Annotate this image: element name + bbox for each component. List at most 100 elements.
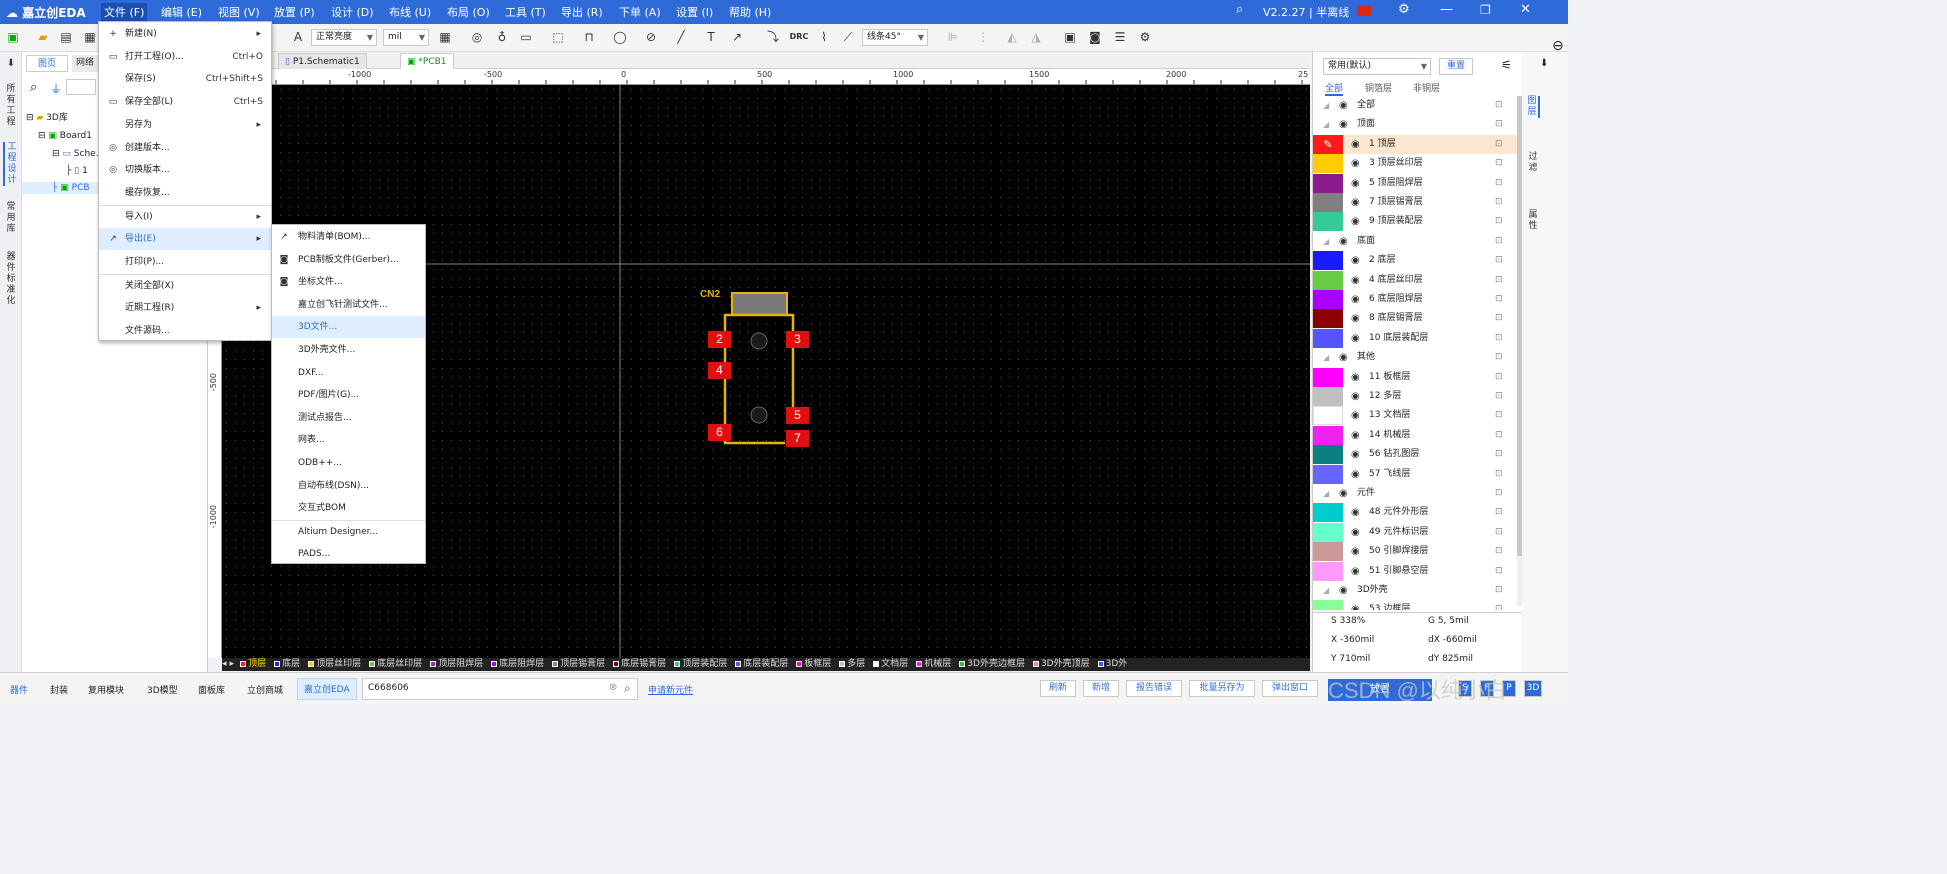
layer-bar-item[interactable]: 多层 — [839, 658, 865, 671]
search-icon[interactable]: ⌕ — [1236, 2, 1243, 17]
menu-view[interactable]: 视图 (V) — [218, 4, 260, 20]
layer-bar-item[interactable]: 底层装配层 — [735, 658, 788, 671]
restore-icon[interactable]: ❐ — [1480, 3, 1491, 17]
lock-icon[interactable]: ⊡ — [1495, 523, 1503, 542]
grid-icon[interactable]: ▦ — [437, 29, 453, 45]
layer-color-swatch[interactable] — [1313, 309, 1343, 329]
layer-bar-item[interactable]: 底层丝印层 — [369, 658, 422, 671]
layer-bar-item[interactable]: 机械层 — [916, 658, 951, 671]
layer-row[interactable]: ◉ 2 底层 ⊡ — [1313, 251, 1518, 271]
layer-color-swatch[interactable] — [1313, 251, 1343, 271]
lock-icon[interactable]: ⊡ — [1495, 174, 1503, 193]
eye-icon[interactable]: ◉ — [1339, 96, 1348, 115]
chevron-down-icon[interactable]: ◢ — [1323, 115, 1329, 134]
apply-new-component-link[interactable]: 申请新元件 — [648, 683, 693, 696]
eye-icon[interactable]: ◉ — [1351, 271, 1360, 290]
file-menu-item[interactable]: 打印(P)... — [99, 251, 271, 273]
lock-icon[interactable]: ⊡ — [1495, 193, 1503, 212]
text-icon[interactable]: T — [703, 29, 719, 45]
layer-bar-item[interactable]: 底层 — [274, 658, 300, 671]
eye-icon[interactable]: ◉ — [1351, 542, 1360, 561]
layer-bar-item[interactable]: 3D外 — [1097, 658, 1127, 671]
layer-group-row[interactable]: ◢ ◉ 3D外壳 ⊡ — [1313, 581, 1518, 600]
tab-copper-layers[interactable]: 铜箔层 — [1365, 81, 1392, 94]
tree-item-3dlib[interactable]: ⊟ ▰ 3D库 — [26, 112, 68, 124]
chevron-down-icon[interactable]: ◢ — [1323, 96, 1329, 115]
search-icon[interactable]: ⌕ — [624, 681, 631, 696]
scroll-right-icon[interactable]: ▸ — [230, 658, 235, 671]
pad-7[interactable]: 7 — [786, 430, 809, 447]
export-menu-item[interactable]: PDF/图片(G)... — [272, 384, 425, 406]
pad-6[interactable]: 6 — [708, 424, 731, 441]
layer-color-swatch[interactable] — [1313, 193, 1343, 212]
layer-row[interactable]: ◉ 11 板框层 ⊡ — [1313, 367, 1518, 387]
unit-select[interactable]: mil ▼ — [383, 29, 429, 46]
drc-icon[interactable]: DRC — [787, 29, 811, 45]
pad-2[interactable]: 2 — [708, 331, 731, 348]
file-menu-item[interactable]: 保存(S) Ctrl+Shift+S — [99, 68, 271, 90]
pin-icon[interactable]: ⬇ — [1540, 58, 1548, 69]
line-icon[interactable]: ╱ — [673, 29, 689, 45]
lock-icon[interactable]: ⊡ — [1495, 368, 1503, 387]
tune-icon[interactable]: ⟋ — [840, 29, 856, 45]
no-connect-icon[interactable]: ⊘ — [643, 29, 659, 45]
export-menu-item[interactable]: 3D外壳文件... — [272, 339, 425, 361]
layer-color-swatch[interactable] — [1313, 600, 1343, 610]
layer-row[interactable]: ◉ 9 顶层装配层 ⊡ — [1313, 212, 1518, 232]
eye-icon[interactable]: ◉ — [1351, 135, 1360, 154]
lock-icon[interactable]: ⊡ — [1495, 290, 1503, 309]
vtab-layers[interactable]: 图层 — [1526, 96, 1540, 118]
tab-non-copper-layers[interactable]: 非铜层 — [1413, 81, 1440, 94]
lock-icon[interactable]: ⊡ — [1495, 581, 1503, 600]
menu-file[interactable]: 文件 (F) — [101, 3, 148, 21]
pad-3[interactable]: 3 — [786, 331, 809, 348]
text-style-icon[interactable]: A — [290, 29, 306, 45]
lock-icon[interactable]: ⊡ — [1495, 154, 1503, 173]
export-menu-item[interactable]: 交互式BOM — [272, 497, 425, 519]
lock-icon[interactable]: ⊡ — [1495, 251, 1503, 270]
layer-bar-item[interactable]: 底层锡膏层 — [613, 658, 666, 671]
file-menu-item[interactable]: ▭ 保存全部(L) Ctrl+S — [99, 91, 271, 113]
vtab-component-std[interactable]: 器件标准化 — [3, 252, 19, 307]
lock-icon[interactable]: ⊡ — [1495, 503, 1503, 522]
eye-icon[interactable]: ◉ — [1351, 523, 1360, 542]
china-flag-icon[interactable] — [1357, 6, 1371, 16]
layer-row[interactable]: ◉ 14 机械层 ⊡ — [1313, 425, 1518, 445]
rect-icon[interactable]: ▭ — [518, 29, 534, 45]
layer-color-swatch[interactable] — [1313, 154, 1343, 174]
layer-row[interactable]: ◉ 51 引脚悬空层 ⊡ — [1313, 561, 1518, 581]
layer-color-swatch[interactable] — [1313, 328, 1343, 348]
vtab-project-design[interactable]: 工程设计 — [3, 142, 19, 186]
reset-button[interactable]: 重置 — [1439, 58, 1473, 75]
popup-window-button[interactable]: 弹出窗口 — [1262, 680, 1318, 697]
tab-schematic[interactable]: ▯ P1.Schematic1 — [278, 53, 367, 69]
lock-icon[interactable]: ⊡ — [1495, 135, 1503, 154]
file-menu-item[interactable]: 导入(I) ▸ — [99, 206, 271, 228]
eye-icon[interactable]: ◉ — [1339, 484, 1348, 503]
menu-order[interactable]: 下单 (A) — [619, 4, 661, 20]
lock-icon[interactable]: ⊡ — [1495, 562, 1503, 581]
lock-icon[interactable]: ⊡ — [1495, 445, 1503, 464]
clear-icon[interactable]: ⊗ — [609, 682, 617, 693]
refresh-button[interactable]: 刷新 — [1040, 680, 1076, 697]
lock-icon[interactable]: ⊡ — [1495, 465, 1503, 484]
export-menu-item[interactable]: ↗ 物料清单(BOM)... — [272, 226, 425, 248]
lib-tab-footprints[interactable]: 封装 — [50, 683, 68, 696]
layer-color-swatch[interactable] — [1313, 425, 1343, 445]
export-menu-item[interactable]: DXF... — [272, 362, 425, 384]
vtab-properties[interactable]: 属性 — [1526, 210, 1540, 232]
eye-icon[interactable]: ◉ — [1339, 581, 1348, 600]
layer-bar-item[interactable]: 3D外壳边框层 — [959, 658, 1025, 671]
eye-icon[interactable]: ◉ — [1339, 348, 1348, 367]
minimize-icon[interactable]: — — [1440, 2, 1453, 17]
lib-tab-lcsc-mall[interactable]: 立创商城 — [247, 683, 283, 696]
new-file-icon[interactable]: ▣ — [5, 29, 21, 45]
vtab-common-lib[interactable]: 常用库 — [3, 202, 19, 235]
layer-group-row[interactable]: ◢ ◉ 其他 ⊡ — [1313, 348, 1518, 367]
layer-row[interactable]: ◉ 12 多层 ⊡ — [1313, 387, 1518, 406]
layer-group-row[interactable]: ◢ ◉ 元件 ⊡ — [1313, 484, 1518, 503]
eye-icon[interactable]: ◉ — [1351, 329, 1360, 348]
mini-button-3d[interactable]: 3D — [1524, 680, 1542, 697]
export-menu-item[interactable]: Altium Designer... — [272, 521, 425, 543]
layer-row[interactable]: ◉ 49 元件标识层 ⊡ — [1313, 522, 1518, 542]
